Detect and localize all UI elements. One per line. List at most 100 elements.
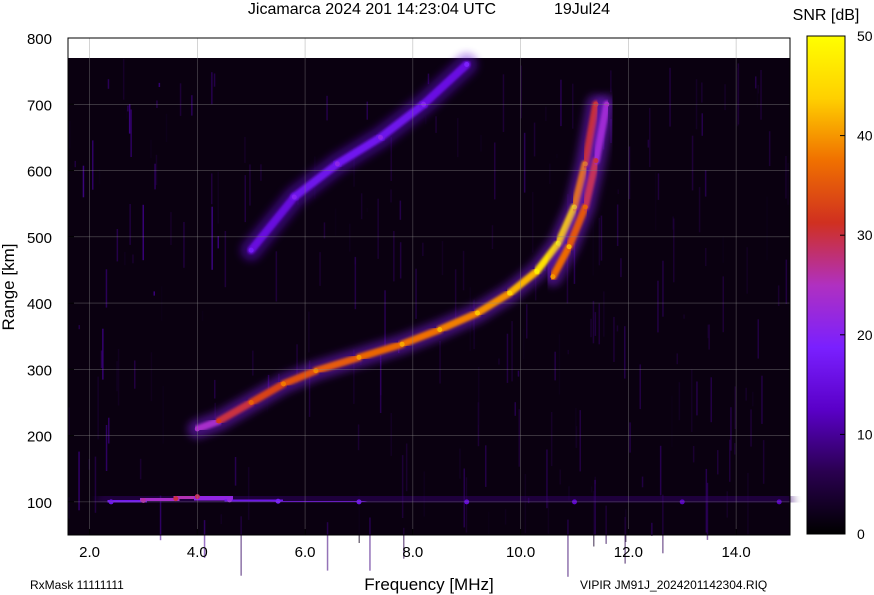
noise-streak	[698, 187, 701, 233]
noise-streak	[179, 83, 182, 116]
noise-streak	[760, 70, 762, 120]
noise-streak	[150, 139, 152, 159]
noise-streak	[477, 367, 480, 425]
y-tick-labels: 100 200 300 400 500 600 700 800	[27, 31, 74, 512]
series-e-region-echo	[95, 481, 795, 518]
colorbar-tick-label: 0	[857, 526, 865, 542]
noise-streak	[558, 334, 561, 395]
series-segment	[222, 492, 286, 509]
noise-streak	[399, 200, 402, 220]
noise-streak	[422, 242, 424, 256]
noise-streak	[532, 191, 534, 253]
noise-streak	[319, 252, 321, 286]
noise-streak	[211, 206, 213, 270]
noise-streak	[554, 351, 556, 381]
data-point	[464, 62, 470, 67]
noise-streak	[360, 193, 363, 220]
noise-streak	[657, 173, 660, 200]
noise-streak	[785, 259, 788, 304]
noise-streak	[785, 156, 787, 199]
noise-streak	[517, 370, 520, 377]
x-tick-label: 12.0	[614, 544, 643, 561]
noise-streak	[613, 316, 615, 362]
noise-streak	[550, 412, 553, 467]
noise-streak	[457, 118, 459, 158]
noise-streak	[600, 215, 603, 261]
x-tick-label: 6.0	[295, 544, 316, 561]
noise-streak	[730, 407, 732, 451]
noise-streak	[393, 231, 395, 282]
noise-streak	[326, 522, 329, 571]
noise-streak	[522, 328, 525, 360]
noise-streak	[722, 236, 724, 263]
noise-streak	[379, 355, 382, 413]
noise-streak	[155, 154, 158, 185]
colorbar-tick-label: 10	[857, 426, 873, 442]
noise-streak	[704, 170, 707, 197]
noise-streak	[439, 341, 441, 384]
y-tick-label: 500	[27, 230, 52, 247]
noise-streak	[158, 82, 161, 87]
noise-streak	[116, 229, 119, 262]
noise-streak	[165, 113, 168, 142]
data-point	[437, 327, 443, 333]
noise-streak	[717, 450, 719, 475]
noise-streak	[673, 218, 675, 283]
noise-streak	[441, 241, 444, 276]
noise-streak	[572, 83, 574, 129]
noise-streak	[116, 361, 118, 392]
noise-streak	[124, 252, 126, 266]
noise-streak	[592, 220, 594, 276]
noise-streak	[598, 217, 601, 266]
noise-streak	[662, 260, 664, 317]
y-tick-label: 100	[27, 495, 52, 512]
data-point	[281, 381, 286, 387]
y-tick-label: 800	[27, 31, 52, 48]
noise-streak	[624, 326, 626, 379]
ionogram-chart: Jicamarca 2024 201 14:23:04 UTC 19Jul24 …	[0, 1, 873, 594]
noise-streak	[722, 276, 724, 333]
noise-streak	[603, 291, 605, 337]
noise-streak	[334, 208, 337, 236]
noise-streak	[214, 379, 216, 399]
noise-streak	[757, 84, 759, 94]
noise-streak	[598, 303, 600, 345]
noise-streak	[768, 131, 771, 167]
noise-streak	[575, 426, 578, 448]
noise-streak	[139, 458, 142, 480]
noise-streak	[134, 360, 136, 389]
noise-streak	[560, 79, 562, 127]
noise-streak	[485, 445, 487, 487]
noise-streak	[671, 395, 673, 447]
noise-streak	[657, 280, 659, 333]
noise-streak	[559, 469, 561, 485]
noise-streak	[211, 173, 213, 205]
noise-streak	[130, 109, 132, 157]
noise-streak	[162, 386, 164, 444]
noise-streak	[435, 116, 437, 133]
y-tick-label: 400	[27, 296, 52, 313]
noise-streak	[629, 422, 631, 453]
noise-streak	[592, 300, 595, 344]
noise-streak	[213, 73, 216, 87]
noise-streak	[654, 172, 657, 231]
noise-streak	[511, 321, 513, 382]
y-tick-label: 300	[27, 362, 52, 379]
noise-streak	[590, 318, 592, 338]
noise-streak	[756, 92, 759, 108]
data-point	[475, 310, 480, 316]
noise-streak	[252, 350, 254, 376]
noise-streak	[78, 451, 80, 511]
noise-streak	[399, 242, 402, 279]
noise-streak	[170, 212, 172, 245]
data-point	[291, 194, 297, 200]
noise-streak	[390, 413, 392, 456]
colorbar-tick-label: 30	[857, 227, 873, 243]
colorbar-tick-label: 40	[857, 128, 873, 144]
noise-streak	[102, 328, 104, 380]
noise-streak	[369, 517, 371, 571]
data-point	[356, 354, 362, 360]
noise-streak	[506, 333, 509, 383]
noise-streak	[390, 137, 392, 181]
noise-streak	[107, 79, 110, 89]
